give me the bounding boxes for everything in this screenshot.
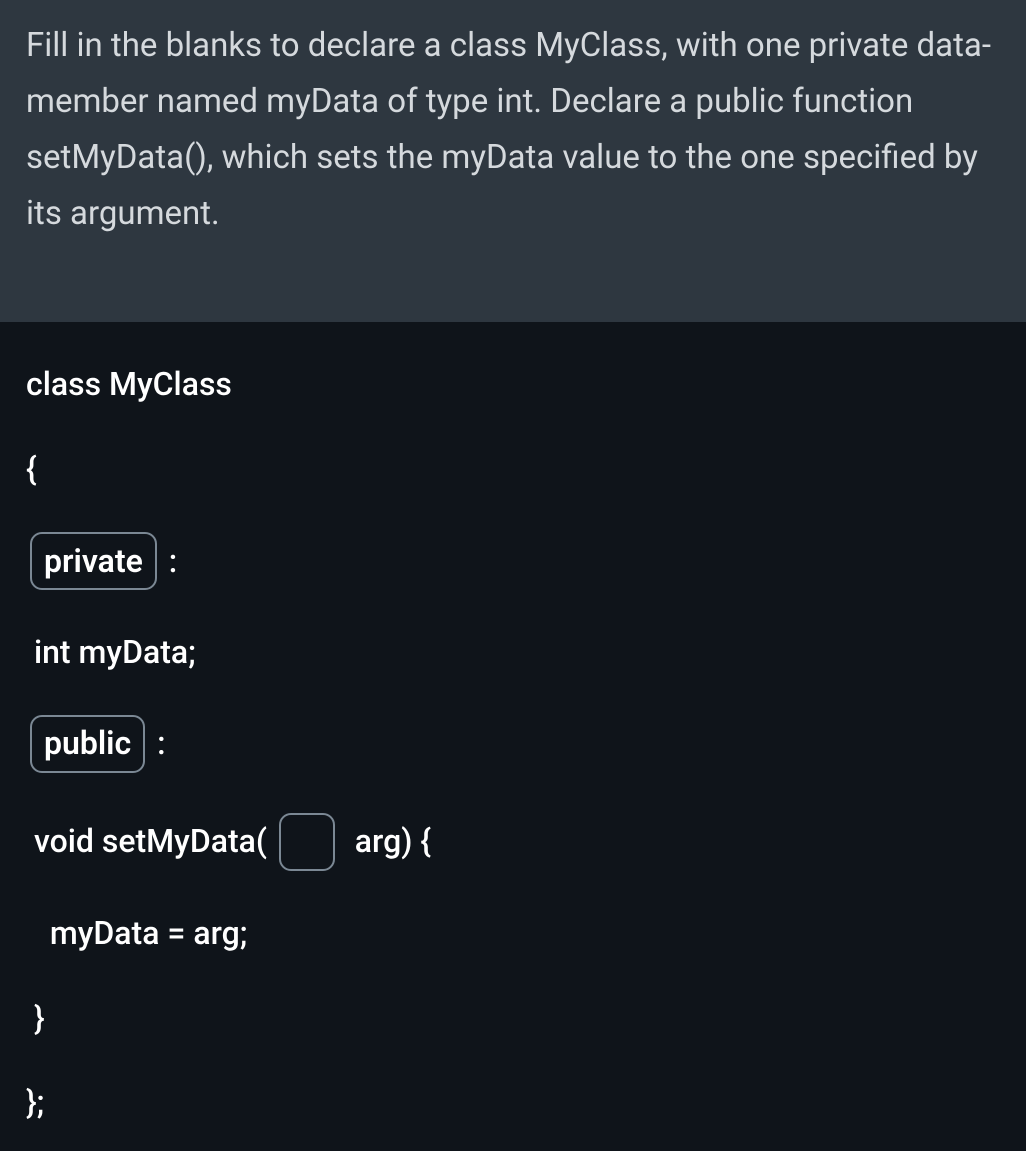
- code-text: };: [26, 1080, 44, 1125]
- code-text: class MyClass: [26, 362, 232, 407]
- code-text: }: [26, 996, 45, 1041]
- code-line-7: myData = arg;: [26, 911, 1000, 956]
- code-text: int myData;: [26, 630, 196, 675]
- code-text: :: [161, 539, 177, 584]
- code-line-3: private :: [26, 532, 1000, 590]
- code-line-4: int myData;: [26, 630, 1000, 675]
- code-text: arg) {: [339, 819, 431, 864]
- code-line-6: void setMyData( arg) {: [26, 813, 1000, 871]
- code-text: :: [149, 721, 165, 766]
- code-text: myData = arg;: [26, 911, 247, 956]
- code-text: void setMyData(: [26, 819, 275, 864]
- blank-input-arg-type[interactable]: [279, 813, 335, 871]
- blank-input-private[interactable]: private: [30, 532, 157, 590]
- code-line-8: }: [26, 996, 1000, 1041]
- code-line-2: {: [26, 447, 1000, 492]
- code-line-5: public :: [26, 715, 1000, 773]
- code-panel: class MyClass { private : int myData; pu…: [0, 322, 1026, 1151]
- question-panel: Fill in the blanks to declare a class My…: [0, 0, 1026, 322]
- blank-input-public[interactable]: public: [30, 715, 145, 773]
- code-line-9: };: [26, 1080, 1000, 1125]
- code-line-1: class MyClass: [26, 362, 1000, 407]
- code-text: {: [26, 447, 37, 492]
- question-text: Fill in the blanks to declare a class My…: [26, 26, 991, 233]
